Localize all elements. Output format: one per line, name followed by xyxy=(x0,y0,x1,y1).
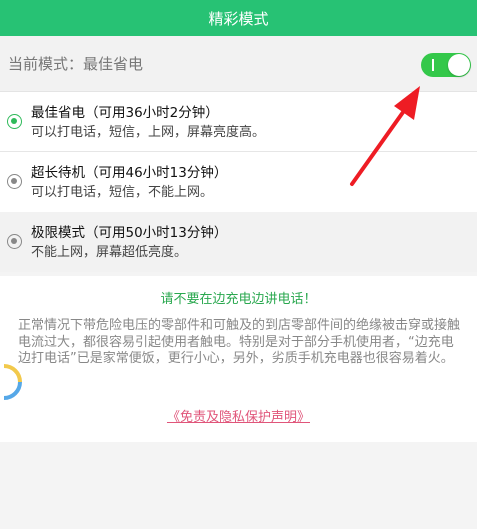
option-title: 极限模式（可用50小时13分钟） xyxy=(31,225,228,241)
disclaimer-link[interactable]: 《免责及隐私保护声明》 xyxy=(0,406,477,425)
header-title: 精彩模式 xyxy=(208,9,269,28)
radio-selected-icon[interactable] xyxy=(7,114,22,129)
option-extreme-mode[interactable]: 极限模式（可用50小时13分钟） 不能上网，屏幕超低亮度。 xyxy=(0,212,477,272)
radio-unselected-icon[interactable] xyxy=(7,174,22,189)
option-description: 可以打电话，短信，不能上网。 xyxy=(31,185,214,200)
annotation-arrow-icon xyxy=(350,86,420,186)
option-description: 可以打电话，短信，上网，屏幕亮度高。 xyxy=(31,125,266,140)
charging-warning: 请不要在边充电边讲电话！ xyxy=(160,292,317,307)
radio-unselected-icon[interactable] xyxy=(7,234,22,249)
current-mode-label: 当前模式：最佳省电 xyxy=(8,55,144,73)
option-title: 最佳省电（可用36小时2分钟） xyxy=(31,105,219,121)
loading-spinner-icon xyxy=(3,364,22,400)
notice-body: 正常情况下带危险电压的零部件和可触及的到店零部件间的绝缘被击穿或接触电流过大，都… xyxy=(18,318,461,366)
toggle-knob[interactable] xyxy=(448,54,470,76)
notice-card: 请不要在边充电边讲电话！ 正常情况下带危险电压的零部件和可触及的到店零部件间的绝… xyxy=(0,276,477,442)
mode-toggle-switch[interactable] xyxy=(421,53,471,77)
option-title: 超长待机（可用46小时13分钟） xyxy=(31,165,228,181)
toggle-on-mark xyxy=(432,59,434,71)
app-header: 精彩模式 xyxy=(0,0,477,36)
option-description: 不能上网，屏幕超低亮度。 xyxy=(31,245,188,260)
